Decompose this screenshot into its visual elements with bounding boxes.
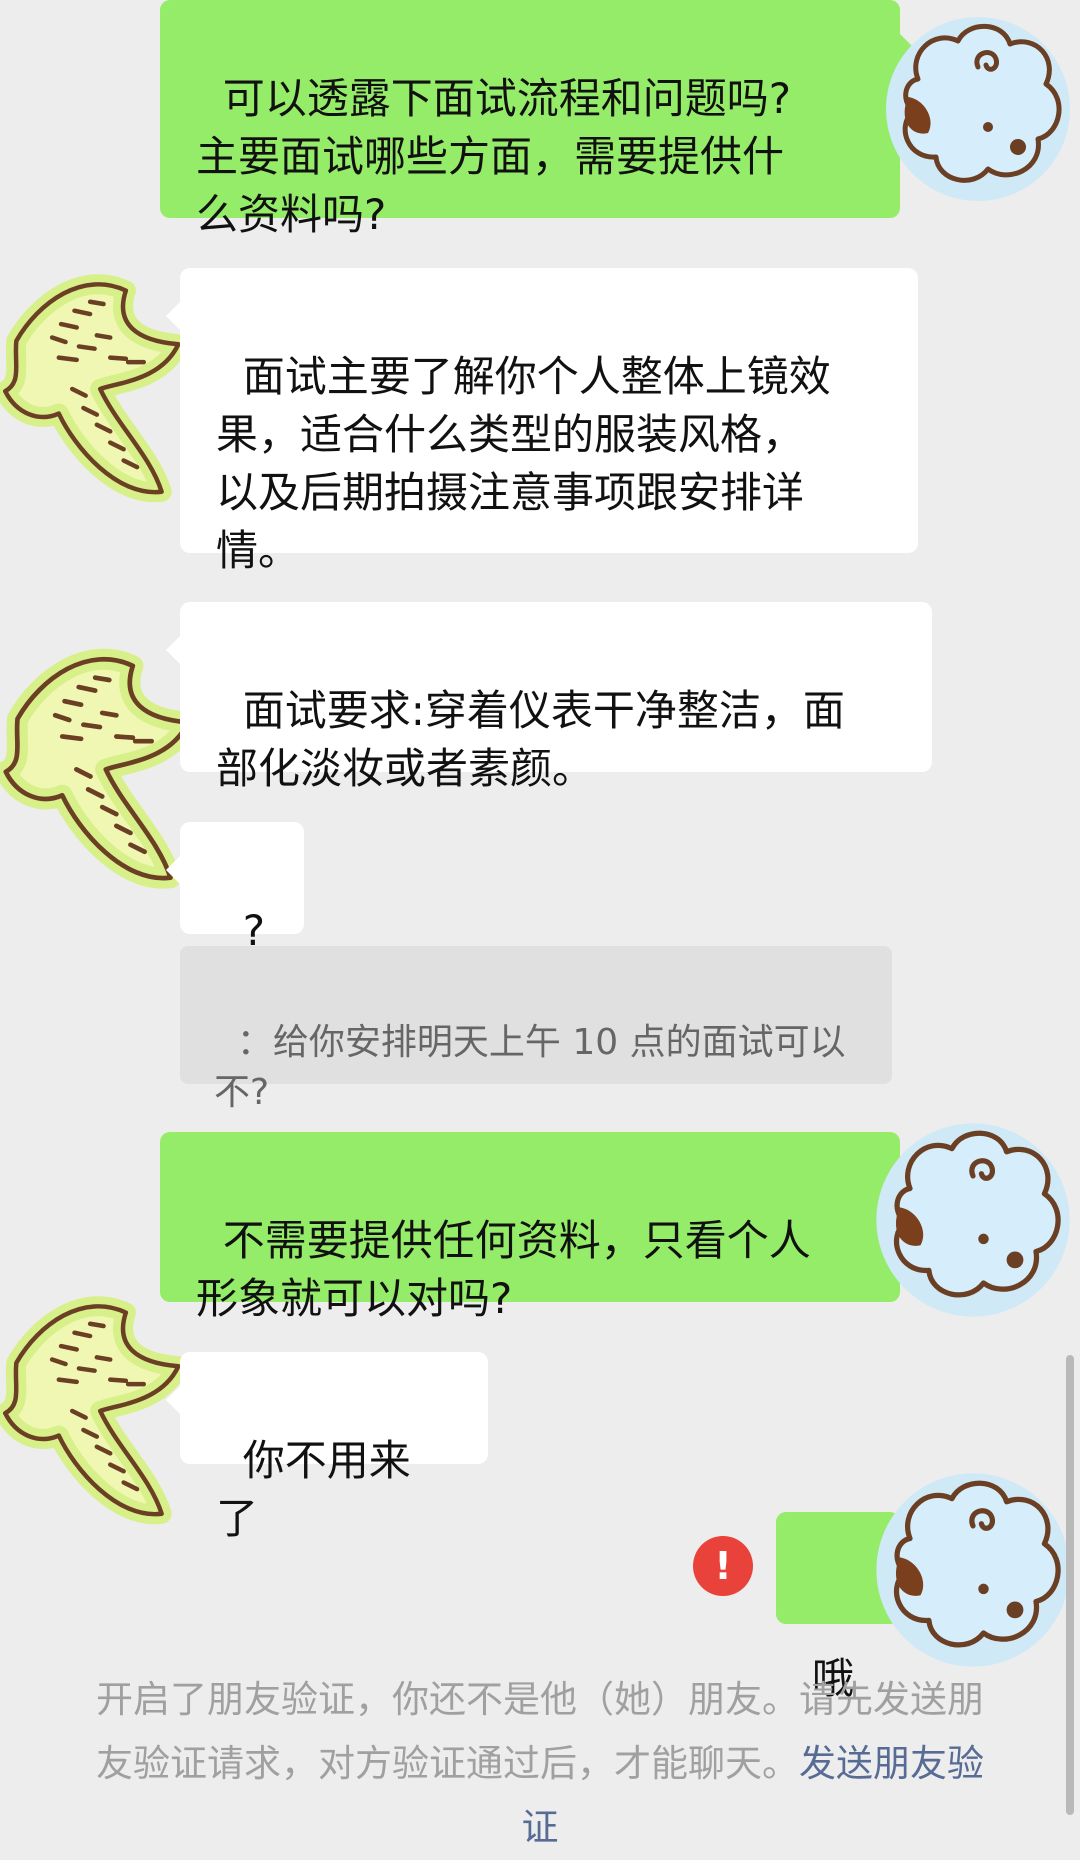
message-text: 面试要求:穿着仪表干净整洁，面 部化淡妆或者素颜。 <box>216 686 845 793</box>
quoted-text: ：给你安排明天上午 10 点的面试可以 不? <box>214 1022 846 1113</box>
scrollbar[interactable] <box>1066 1355 1074 1815</box>
contact-avatar-bird-icon[interactable] <box>0 570 194 950</box>
friend-verification-notice: 开启了朋友验证，你还不是他（她）朋友。请先发送朋友验证请求，对方验证通过后，才能… <box>80 1668 1000 1860</box>
message-text: 你不用来了 <box>216 1436 411 1543</box>
self-avatar-sheep-icon[interactable] <box>878 0 1078 224</box>
message-text: 不需要提供任何资料，只看个人 形象就可以对吗? <box>196 1216 811 1323</box>
contact-avatar-bird-icon[interactable] <box>0 200 184 560</box>
message-bubble-incoming[interactable]: 你不用来了 <box>166 1352 488 1543</box>
message-bubble-incoming[interactable]: ? <box>166 822 304 955</box>
self-avatar-sheep-icon[interactable] <box>868 1100 1078 1340</box>
message-bubble-incoming[interactable]: 面试主要了解你个人整体上镜效 果，适合什么类型的服装风格， 以及后期拍摄注意事项… <box>166 268 918 575</box>
quoted-message[interactable]: ：给你安排明天上午 10 点的面试可以 不? <box>180 946 892 1113</box>
send-failed-error-icon[interactable]: ! <box>693 1536 753 1596</box>
message-text: 面试主要了解你个人整体上镜效 果，适合什么类型的服装风格， 以及后期拍摄注意事项… <box>216 352 831 575</box>
message-text: 可以透露下面试流程和问题吗? 主要面试哪些方面，需要提供什 么资料吗? <box>196 74 791 239</box>
contact-avatar-bird-icon[interactable] <box>0 1212 184 1592</box>
message-bubble-outgoing[interactable]: 不需要提供任何资料，只看个人 形象就可以对吗? <box>160 1132 914 1323</box>
self-avatar-sheep-icon[interactable] <box>868 1450 1078 1690</box>
message-bubble-incoming[interactable]: 面试要求:穿着仪表干净整洁，面 部化淡妆或者素颜。 <box>166 602 932 793</box>
message-bubble-outgoing[interactable]: 可以透露下面试流程和问题吗? 主要面试哪些方面，需要提供什 么资料吗? <box>160 0 914 239</box>
